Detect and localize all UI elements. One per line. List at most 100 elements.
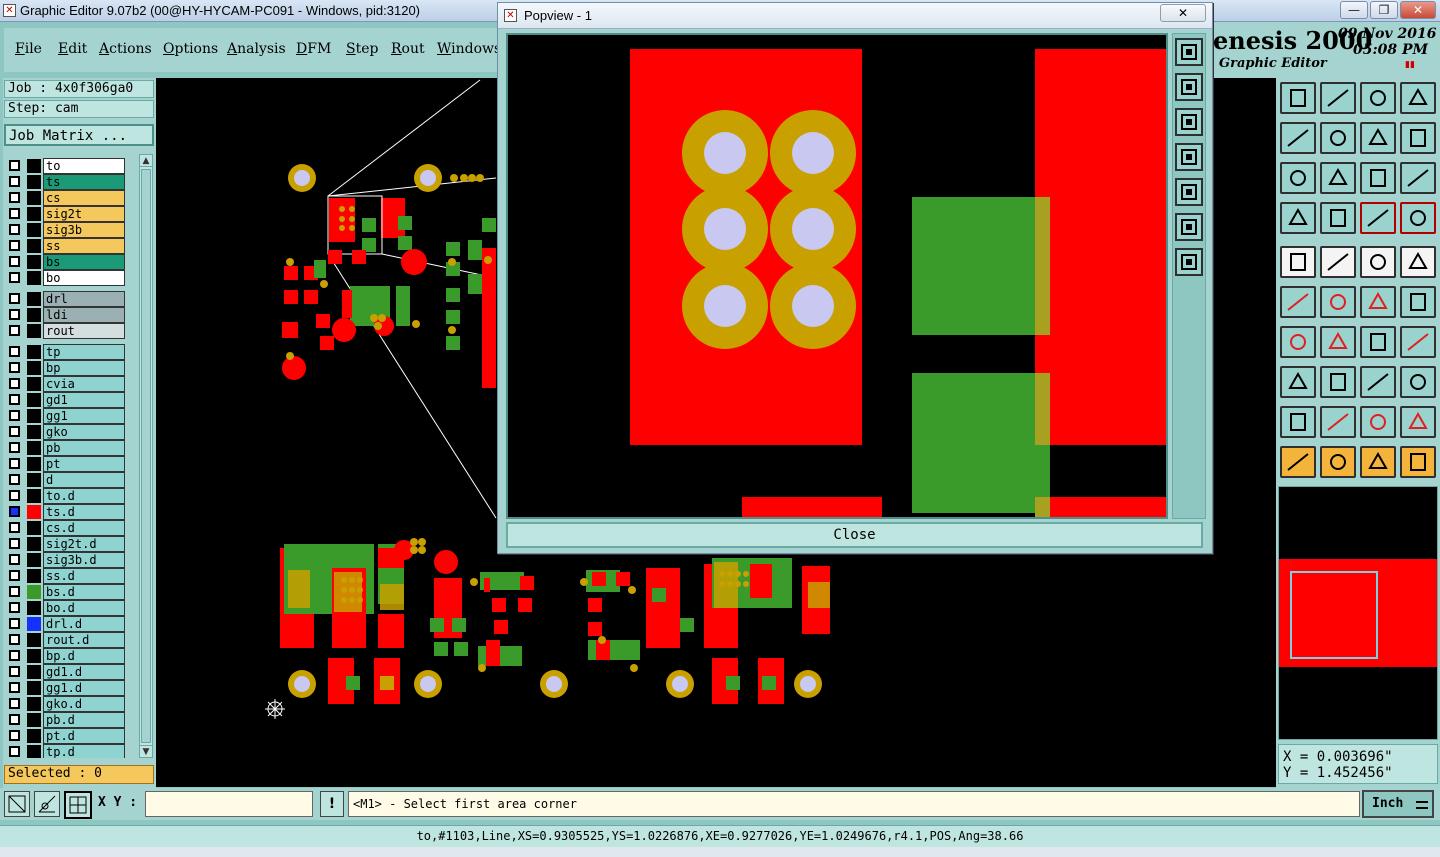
layer-name[interactable]: rout [43,323,125,339]
layer-color-swatch[interactable] [27,537,41,551]
layer-name[interactable]: tp [43,344,125,360]
layer-name[interactable]: drl [43,291,125,307]
layer-name[interactable]: bp.d [43,648,125,664]
window-split-icon[interactable] [1400,82,1436,114]
pointer-icon[interactable] [1280,446,1316,478]
layer-color-swatch[interactable] [27,681,41,695]
scroll-down-arrow-icon[interactable]: ▼ [140,745,152,757]
layer-color-swatch[interactable] [27,569,41,583]
layer-name[interactable]: cvia [43,376,125,392]
layer-name[interactable]: to.d [43,488,125,504]
layer-name[interactable]: sig3b.d [43,552,125,568]
menu-step[interactable]: Step [346,41,378,57]
home-icon[interactable] [1360,82,1396,114]
layer-list-scrollbar[interactable]: ▲ ▼ [139,154,153,758]
layer-checkbox[interactable] [9,602,20,613]
add-circle-icon[interactable] [1400,246,1436,278]
layer-name[interactable]: pb [43,440,125,456]
layer-row-cvia[interactable]: cvia [6,376,127,392]
layer-color-swatch[interactable] [27,441,41,455]
layer-checkbox[interactable] [9,538,20,549]
layer-name[interactable]: tp.d [43,744,125,758]
layer-checkbox[interactable] [9,256,20,267]
layer-color-swatch[interactable] [27,665,41,679]
layer-checkbox[interactable] [9,522,20,533]
help-icon[interactable] [1400,162,1436,194]
layer-row-to[interactable]: to [6,158,127,174]
pointer-circle-icon[interactable] [1360,446,1396,478]
layer-name[interactable]: ts.d [43,504,125,520]
layer-row-ts[interactable]: ts [6,174,127,190]
layer-checkbox[interactable] [9,634,20,645]
layer-row-pt-d[interactable]: pt.d [6,728,127,744]
layer-name[interactable]: sig3b [43,222,125,238]
layer-color-swatch[interactable] [27,377,41,391]
layer-checkbox[interactable] [9,714,20,725]
layer-row-to-d[interactable]: to.d [6,488,127,504]
layer-name[interactable]: pt.d [43,728,125,744]
layer-row-bs[interactable]: bs [6,254,127,270]
layer-name[interactable]: ss.d [43,568,125,584]
layer-name[interactable]: gg1 [43,408,125,424]
layer-checkbox[interactable] [9,346,20,357]
layer-name[interactable]: cs [43,190,125,206]
xy-input[interactable] [145,791,313,817]
menu-analysis[interactable]: Analysis [227,41,286,57]
layer-name[interactable]: d [43,472,125,488]
multi-select-icon[interactable] [1400,366,1436,398]
angle-line-icon[interactable] [1280,326,1316,358]
layer-checkbox[interactable] [9,490,20,501]
transfer-down-icon[interactable] [1320,82,1356,114]
layer-color-swatch[interactable] [27,585,41,599]
layer-color-swatch[interactable] [27,521,41,535]
layer-row-gd1[interactable]: gd1 [6,392,127,408]
layer-row-sig2t-d[interactable]: sig2t.d [6,536,127,552]
overview-view-box[interactable] [1290,571,1378,659]
layer-checkbox[interactable] [9,362,20,373]
layer-checkbox[interactable] [9,192,20,203]
arch-up-icon[interactable] [1360,406,1396,438]
layer-name[interactable]: ss [43,238,125,254]
menu-edit[interactable]: Edit [58,41,87,57]
arch-edit-icon[interactable] [1400,406,1436,438]
ruler-icon[interactable] [1360,246,1396,278]
layer-color-swatch[interactable] [27,324,41,338]
layer-color-swatch[interactable] [27,361,41,375]
layer-color-swatch[interactable] [27,239,41,253]
layer-color-swatch[interactable] [27,175,41,189]
angle-tool-icon[interactable] [34,791,60,817]
draw-line-icon[interactable] [1320,246,1356,278]
layer-row-pt[interactable]: pt [6,456,127,472]
layer-row-ss-d[interactable]: ss.d [6,568,127,584]
layer-checkbox[interactable] [9,442,20,453]
layer-name[interactable]: gko.d [43,696,125,712]
layer-checkbox[interactable] [9,458,20,469]
move-right-icon[interactable] [1320,122,1356,154]
layer-checkbox[interactable] [9,394,20,405]
cross-select-icon[interactable] [1320,286,1356,318]
overview-map[interactable] [1278,486,1438,740]
pad-select-icon[interactable] [1280,366,1316,398]
layer-color-swatch[interactable] [27,345,41,359]
zoom-center-icon[interactable] [1320,162,1356,194]
layer-color-swatch[interactable] [27,425,41,439]
layer-checkbox[interactable] [9,586,20,597]
layer-name[interactable]: bs [43,254,125,270]
layer-checkbox[interactable] [9,474,20,485]
layer-color-swatch[interactable] [27,223,41,237]
layer-name[interactable]: pb.d [43,712,125,728]
layer-name[interactable]: bo [43,270,125,286]
layer-name[interactable]: sig2t [43,206,125,222]
units-select[interactable]: Inch [1362,790,1434,818]
layer-name[interactable]: gg1.d [43,680,125,696]
grid-snap-icon[interactable] [64,791,92,819]
popview-close-button[interactable]: Close [506,522,1203,548]
undo-loop-icon[interactable] [1360,122,1396,154]
layer-row-gd1-d[interactable]: gd1.d [6,664,127,680]
layer-checkbox[interactable] [9,666,20,677]
layer-color-swatch[interactable] [27,308,41,322]
layer-checkbox[interactable] [9,208,20,219]
layer-checkbox[interactable] [9,698,20,709]
arrows-fit-icon[interactable] [1360,366,1396,398]
connect-points-icon[interactable] [1280,286,1316,318]
